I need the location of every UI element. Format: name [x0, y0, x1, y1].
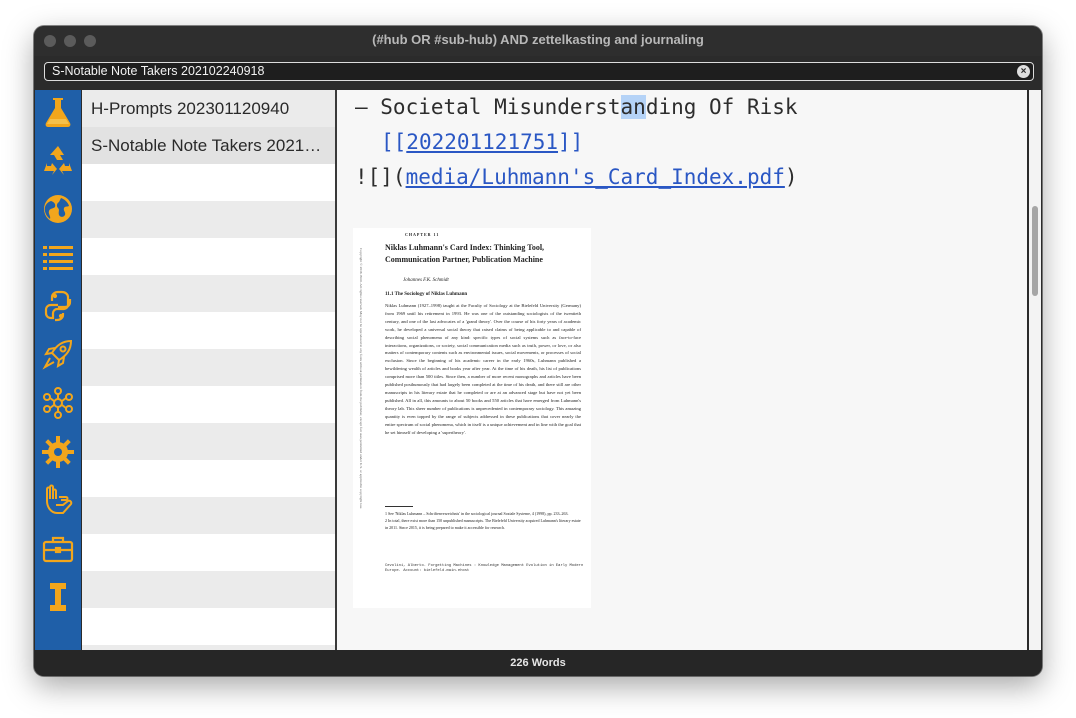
- pdf-page-footer: Cevolini, Alberto. Forgetting Machines :…: [385, 564, 584, 573]
- app-window: (#hub OR #sub-hub) AND zettelkasting and…: [34, 26, 1042, 676]
- letter-i-icon[interactable]: [40, 579, 76, 615]
- empty-row: [82, 608, 335, 645]
- pdf-footnote-2: 2 In total, there exist more than 150 un…: [385, 518, 581, 530]
- empty-row: [82, 238, 335, 275]
- flask-icon[interactable]: [40, 94, 76, 130]
- empty-row: [82, 386, 335, 423]
- window-title: (#hub OR #sub-hub) AND zettelkasting and…: [372, 32, 704, 47]
- pdf-preview[interactable]: Copyright © 2016. Brill. All rights rese…: [353, 228, 591, 608]
- network-icon[interactable]: [40, 385, 76, 421]
- status-bar: 226 Words: [34, 650, 1042, 676]
- empty-row: [82, 164, 335, 201]
- empty-row: [82, 497, 335, 534]
- note-editor[interactable]: – Societal Misunderstanding Of Risk [[20…: [337, 90, 1027, 650]
- globe-icon[interactable]: [40, 191, 76, 227]
- note-title: S-Notable Note Takers 202102240918: [91, 136, 327, 155]
- empty-row: [82, 571, 335, 608]
- note-list-item[interactable]: H-Prompts 202301120940: [82, 90, 335, 127]
- rocket-icon[interactable]: [40, 336, 76, 372]
- wiki-link[interactable]: 202201121751: [406, 130, 558, 154]
- pdf-title: Niklas Luhmann's Card Index: Thinking To…: [385, 243, 545, 264]
- note-list: H-Prompts 202301120940 S-Notable Note Ta…: [82, 90, 335, 650]
- clear-search-icon[interactable]: ×: [1017, 65, 1030, 78]
- pdf-link[interactable]: media/Luhmann's_Card_Index.pdf: [406, 165, 785, 189]
- empty-row: [82, 275, 335, 312]
- scroll-thumb[interactable]: [1032, 206, 1038, 296]
- briefcase-icon[interactable]: [40, 531, 76, 567]
- empty-row: [82, 460, 335, 497]
- note-list-item-selected[interactable]: S-Notable Note Takers 202102240918: [82, 127, 335, 164]
- hand-icon[interactable]: [40, 482, 76, 518]
- note-title: H-Prompts 202301120940: [91, 99, 290, 118]
- pdf-footnotes: 1 See 'Niklas Luhmann – Schriftenverzeic…: [385, 510, 581, 531]
- wiki-link-close: ]]: [558, 130, 584, 154]
- heading-text-end: ding Of Risk: [645, 95, 798, 119]
- pdf-copyright-note: Copyright © 2016. Brill. All rights rese…: [359, 248, 363, 509]
- pdf-footnote-1: 1 See 'Niklas Luhmann – Schriftenverzeic…: [385, 511, 569, 516]
- embed-syntax-end: ): [784, 165, 798, 189]
- wiki-link-line[interactable]: [[202201121751]]: [381, 130, 583, 154]
- text-selection: an: [620, 95, 646, 119]
- pdf-chapter-label: CHAPTER 11: [405, 232, 440, 237]
- embed-syntax-start: ![](: [355, 165, 406, 189]
- icon-sidebar: [35, 90, 81, 650]
- heading-line[interactable]: – Societal Misunderstanding Of Risk: [355, 95, 798, 119]
- search-input[interactable]: S-Notable Note Takers 202102240918 ×: [44, 62, 1034, 81]
- empty-row: [82, 201, 335, 238]
- wiki-link-open: [[: [381, 130, 407, 154]
- empty-row: [82, 423, 335, 460]
- editor-scrollbar[interactable]: [1029, 90, 1041, 650]
- empty-row: [82, 349, 335, 386]
- embed-line[interactable]: ![](media/Luhmann's_Card_Index.pdf): [355, 165, 798, 189]
- heading-text-start: – Societal Misunderst: [355, 95, 621, 119]
- title-bar[interactable]: (#hub OR #sub-hub) AND zettelkasting and…: [34, 26, 1042, 56]
- gear-icon[interactable]: [40, 434, 76, 470]
- empty-row: [82, 312, 335, 349]
- empty-row: [82, 534, 335, 571]
- pdf-section-heading: 11.1 The Sociology of Niklas Luhmann: [385, 292, 468, 297]
- footnote-rule: [385, 506, 413, 507]
- search-query[interactable]: S-Notable Note Takers 202102240918: [52, 63, 264, 80]
- list-icon[interactable]: [40, 239, 76, 275]
- word-count: 226 Words: [510, 657, 566, 669]
- pdf-body-text: Niklas Luhmann (1927–1998) taught at the…: [385, 303, 581, 435]
- python-icon[interactable]: [40, 288, 76, 324]
- recycle-icon[interactable]: [40, 142, 76, 178]
- pdf-author: Johannes F.K. Schmidt: [403, 278, 449, 283]
